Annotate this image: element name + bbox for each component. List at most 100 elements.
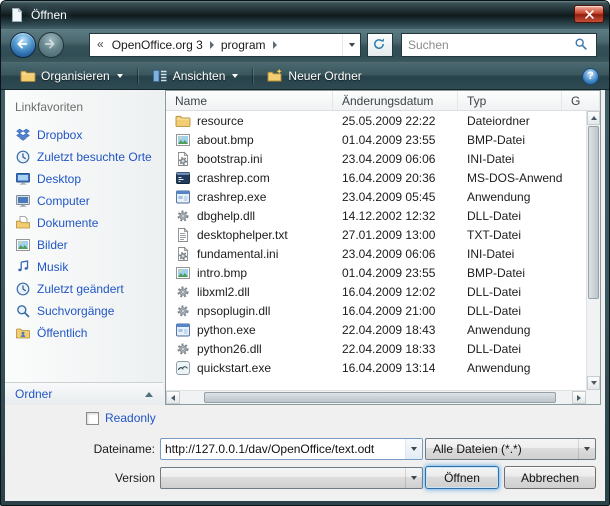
- column-header-size[interactable]: G: [562, 91, 600, 110]
- file-row-intro-bmp[interactable]: intro.bmp01.04.2009 23:55BMP-Datei: [166, 263, 586, 282]
- file-row-about-bmp[interactable]: about.bmp01.04.2009 23:55BMP-Datei: [166, 130, 586, 149]
- filetype-dropdown-arrow[interactable]: [578, 439, 595, 459]
- toolbar-buttons: Organisieren Ansichten Neuer Ordner: [11, 65, 371, 87]
- close-button[interactable]: [574, 5, 604, 23]
- search-input[interactable]: [408, 38, 574, 52]
- search-box[interactable]: [401, 33, 597, 57]
- scroll-right-button[interactable]: [572, 391, 586, 404]
- dll-file-icon: [175, 284, 191, 300]
- views-button-label: Ansichten: [173, 69, 226, 83]
- chevron-down-icon: [411, 447, 417, 451]
- titlebar[interactable]: Öffnen: [1, 1, 609, 29]
- sidebar-item-suchvorgaenge[interactable]: Suchvorgänge: [5, 300, 163, 322]
- file-date: 16.04.2009 12:02: [333, 285, 458, 299]
- forward-button[interactable]: [38, 32, 64, 58]
- dialog-footer: Readonly Dateiname: Alle Dateien (*.*) V…: [5, 405, 605, 501]
- file-name-cell: npsoplugin.dll: [166, 303, 333, 319]
- breadcrumb-item-openoffice-org-3[interactable]: OpenOffice.org 3: [108, 38, 207, 52]
- file-date: 22.04.2009 18:43: [333, 323, 458, 337]
- filename-input[interactable]: [161, 442, 405, 456]
- recently-changed-icon: [15, 281, 31, 297]
- file-type: DLL-Datei: [458, 285, 562, 299]
- organize-button[interactable]: Organisieren: [11, 65, 132, 87]
- cancel-button[interactable]: Abbrechen: [504, 466, 596, 489]
- folders-expander[interactable]: Ordner: [5, 382, 163, 405]
- file-row-quickstart-exe[interactable]: quickstart.exe16.04.2009 13:14Anwendung: [166, 358, 586, 377]
- file-type: MS-DOS-Anwend...: [458, 171, 562, 185]
- column-header-date-modified[interactable]: Änderungsdatum: [333, 91, 458, 110]
- file-name-label: libxml2.dll: [197, 285, 250, 299]
- file-row-crashrep-com[interactable]: crashrep.com16.04.2009 20:36MS-DOS-Anwen…: [166, 168, 586, 187]
- refresh-icon: [372, 37, 388, 53]
- open-button[interactable]: Öffnen: [425, 466, 499, 489]
- vertical-scrollbar-thumb[interactable]: [588, 126, 599, 299]
- breadcrumb-overflow-button[interactable]: «: [90, 37, 108, 53]
- readonly-checkbox[interactable]: [86, 412, 99, 425]
- file-name-cell: about.bmp: [166, 132, 333, 148]
- horizontal-scrollbar[interactable]: [166, 390, 586, 404]
- scroll-down-button[interactable]: [587, 376, 600, 390]
- breadcrumb-chevron-icon[interactable]: [210, 41, 214, 49]
- file-row-npsoplugin-dll[interactable]: npsoplugin.dll16.04.2009 21:00DLL-Datei: [166, 301, 586, 320]
- horizontal-scrollbar-thumb[interactable]: [204, 392, 556, 403]
- help-button[interactable]: ?: [582, 68, 599, 85]
- views-button[interactable]: Ansichten: [143, 65, 248, 87]
- vertical-scrollbar[interactable]: [586, 111, 600, 390]
- file-row-bootstrap-ini[interactable]: bootstrap.ini23.04.2009 06:06INI-Datei: [166, 149, 586, 168]
- file-name-cell: dbghelp.dll: [166, 208, 333, 224]
- file-row-dbghelp-dll[interactable]: dbghelp.dll14.12.2002 12:32DLL-Datei: [166, 206, 586, 225]
- sidebar-item-oeffentlich[interactable]: Öffentlich: [5, 322, 163, 344]
- filename-dropdown-arrow[interactable]: [405, 439, 422, 459]
- sidebar-item-musik[interactable]: Musik: [5, 256, 163, 278]
- text-file-icon: [175, 227, 191, 243]
- scroll-left-button[interactable]: [166, 391, 180, 404]
- filename-combobox[interactable]: [160, 438, 423, 460]
- file-row-python26-dll[interactable]: python26.dll22.04.2009 18:33DLL-Datei: [166, 339, 586, 358]
- column-header-type[interactable]: Typ: [458, 91, 562, 110]
- file-name-label: fundamental.ini: [197, 247, 278, 261]
- file-row-crashrep-exe[interactable]: crashrep.exe23.04.2009 05:45Anwendung: [166, 187, 586, 206]
- sidebar-item-dokumente[interactable]: Dokumente: [5, 212, 163, 234]
- file-type: DLL-Datei: [458, 209, 562, 223]
- breadcrumb-bar[interactable]: « OpenOffice.org 3 program: [89, 33, 361, 57]
- file-name-label: crashrep.com: [197, 171, 270, 185]
- scroll-up-button[interactable]: [587, 111, 600, 125]
- breadcrumb-dropdown-button[interactable]: [342, 34, 360, 56]
- chevron-down-icon: [411, 476, 417, 480]
- filetype-combobox[interactable]: Alle Dateien (*.*): [425, 438, 596, 460]
- new-folder-button[interactable]: Neuer Ordner: [258, 65, 370, 87]
- sidebar-item-bilder[interactable]: Bilder: [5, 234, 163, 256]
- sidebar-item-computer[interactable]: Computer: [5, 190, 163, 212]
- column-header-name[interactable]: Name: [166, 91, 333, 110]
- file-date: 16.04.2009 21:00: [333, 304, 458, 318]
- arrow-up-icon: [591, 116, 597, 120]
- file-name-label: dbghelp.dll: [197, 209, 255, 223]
- file-type: INI-Datei: [458, 152, 562, 166]
- readonly-label[interactable]: Readonly: [105, 411, 156, 425]
- music-icon: [15, 259, 31, 275]
- file-type: DLL-Datei: [458, 304, 562, 318]
- breadcrumb: OpenOffice.org 3 program: [108, 38, 280, 52]
- sidebar-item-zuletzt-geaendert[interactable]: Zuletzt geändert: [5, 278, 163, 300]
- breadcrumb-item-program[interactable]: program: [217, 38, 270, 52]
- sidebar-item-label: Bilder: [37, 238, 68, 252]
- file-name-cell: crashrep.com: [166, 170, 333, 186]
- new-folder-button-label: Neuer Ordner: [288, 69, 361, 83]
- file-row-desktophelper-txt[interactable]: desktophelper.txt27.01.2009 13:00TXT-Dat…: [166, 225, 586, 244]
- file-row-python-exe[interactable]: python.exe22.04.2009 18:43Anwendung: [166, 320, 586, 339]
- public-icon: [15, 325, 31, 341]
- file-row-resource[interactable]: resource25.05.2009 22:22Dateiordner: [166, 111, 586, 130]
- version-combobox[interactable]: [160, 467, 423, 489]
- file-date: 22.04.2009 18:33: [333, 342, 458, 356]
- file-row-libxml2-dll[interactable]: libxml2.dll 16.04.2009 12:02DLL-Datei: [166, 282, 586, 301]
- settings-file-icon: [175, 246, 191, 262]
- sidebar-item-zuletzt-besuchte-orte[interactable]: Zuletzt besuchte Orte: [5, 146, 163, 168]
- file-row-fundamental-ini[interactable]: fundamental.ini23.04.2009 06:06INI-Datei: [166, 244, 586, 263]
- refresh-button[interactable]: [367, 33, 393, 57]
- search-icon[interactable]: [574, 37, 590, 53]
- sidebar-item-dropbox[interactable]: Dropbox: [5, 124, 163, 146]
- breadcrumb-chevron-icon[interactable]: [273, 41, 277, 49]
- version-dropdown-arrow[interactable]: [405, 468, 422, 488]
- back-button[interactable]: [10, 32, 36, 58]
- sidebar-item-desktop[interactable]: Desktop: [5, 168, 163, 190]
